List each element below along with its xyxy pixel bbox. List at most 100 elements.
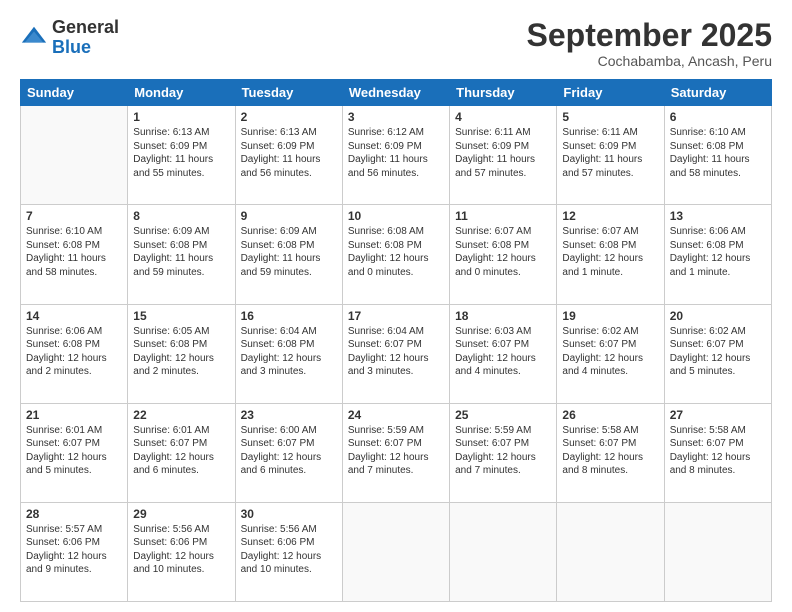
table-row: 21 Sunrise: 6:01 AM Sunset: 6:07 PM Dayli… [21, 403, 128, 502]
cell-content: Sunrise: 6:13 AM Sunset: 6:09 PM Dayligh… [133, 126, 229, 180]
cell-content: Sunrise: 6:04 AM Sunset: 6:07 PM Dayligh… [348, 325, 444, 379]
table-row: 26Sunrise: 5:58 AM Sunset: 6:07 PM Dayli… [557, 403, 664, 502]
table-row: 18Sunrise: 6:03 AM Sunset: 6:07 PM Dayli… [450, 304, 557, 403]
col-saturday: Saturday [664, 80, 771, 106]
cell-content: Sunrise: 6:11 AM Sunset: 6:09 PM Dayligh… [562, 126, 658, 180]
col-monday: Monday [128, 80, 235, 106]
day-number: 22 [133, 408, 229, 422]
logo-icon [20, 24, 48, 52]
day-number: 2 [241, 110, 337, 124]
logo-text: General Blue [52, 18, 119, 58]
day-number: 9 [241, 209, 337, 223]
cell-content: Sunrise: 6:08 AM Sunset: 6:08 PM Dayligh… [348, 225, 444, 279]
table-row: 6Sunrise: 6:10 AM Sunset: 6:08 PM Daylig… [664, 106, 771, 205]
table-row: 29 Sunrise: 5:56 AM Sunset: 6:06 PM Dayli… [128, 502, 235, 601]
cell-content: Sunrise: 6:02 AM Sunset: 6:07 PM Dayligh… [670, 325, 766, 379]
col-tuesday: Tuesday [235, 80, 342, 106]
table-row: 11Sunrise: 6:07 AM Sunset: 6:08 PM Dayli… [450, 205, 557, 304]
cell-content: Sunrise: 6:09 AM Sunset: 6:08 PM Dayligh… [133, 225, 229, 279]
day-number: 4 [455, 110, 551, 124]
calendar-week-4: 21 Sunrise: 6:01 AM Sunset: 6:07 PM Dayli… [21, 403, 772, 502]
cell-content: Sunrise: 6:01 AM Sunset: 6:07 PM Dayligh… [26, 424, 122, 478]
table-row: 7Sunrise: 6:10 AM Sunset: 6:08 PM Daylig… [21, 205, 128, 304]
cell-content: Sunrise: 5:56 AM Sunset: 6:06 PM Dayligh… [133, 523, 229, 577]
day-number: 20 [670, 309, 766, 323]
table-row: 3Sunrise: 6:12 AM Sunset: 6:09 PM Daylig… [342, 106, 449, 205]
table-row [557, 502, 664, 601]
day-number: 8 [133, 209, 229, 223]
table-row: 17 Sunrise: 6:04 AM Sunset: 6:07 PM Dayli… [342, 304, 449, 403]
cell-content: Sunrise: 5:59 AM Sunset: 6:07 PM Dayligh… [348, 424, 444, 478]
col-friday: Friday [557, 80, 664, 106]
cell-content: Sunrise: 5:58 AM Sunset: 6:07 PM Dayligh… [562, 424, 658, 478]
cell-content: Sunrise: 6:04 AM Sunset: 6:08 PM Dayligh… [241, 325, 337, 379]
col-thursday: Thursday [450, 80, 557, 106]
cell-content: Sunrise: 6:06 AM Sunset: 6:08 PM Dayligh… [670, 225, 766, 279]
calendar-week-2: 7Sunrise: 6:10 AM Sunset: 6:08 PM Daylig… [21, 205, 772, 304]
cell-content: Sunrise: 5:59 AM Sunset: 6:07 PM Dayligh… [455, 424, 551, 478]
table-row [21, 106, 128, 205]
logo: General Blue [20, 18, 119, 58]
cell-content: Sunrise: 6:05 AM Sunset: 6:08 PM Dayligh… [133, 325, 229, 379]
day-number: 16 [241, 309, 337, 323]
table-row: 15Sunrise: 6:05 AM Sunset: 6:08 PM Dayli… [128, 304, 235, 403]
day-number: 28 [26, 507, 122, 521]
day-number: 18 [455, 309, 551, 323]
cell-content: Sunrise: 6:01 AM Sunset: 6:07 PM Dayligh… [133, 424, 229, 478]
table-row: 27Sunrise: 5:58 AM Sunset: 6:07 PM Dayli… [664, 403, 771, 502]
cell-content: Sunrise: 5:57 AM Sunset: 6:06 PM Dayligh… [26, 523, 122, 577]
day-number: 12 [562, 209, 658, 223]
calendar-week-1: 1 Sunrise: 6:13 AM Sunset: 6:09 PM Daylig… [21, 106, 772, 205]
day-number: 10 [348, 209, 444, 223]
col-wednesday: Wednesday [342, 80, 449, 106]
day-number: 1 [133, 110, 229, 124]
location: Cochabamba, Ancash, Peru [527, 53, 772, 69]
cell-content: Sunrise: 6:13 AM Sunset: 6:09 PM Dayligh… [241, 126, 337, 180]
day-number: 7 [26, 209, 122, 223]
table-row: 23 Sunrise: 6:00 AM Sunset: 6:07 PM Dayli… [235, 403, 342, 502]
day-number: 29 [133, 507, 229, 521]
title-block: September 2025 Cochabamba, Ancash, Peru [527, 18, 772, 69]
calendar-table: Sunday Monday Tuesday Wednesday Thursday… [20, 79, 772, 602]
logo-general-text: General [52, 18, 119, 38]
table-row [450, 502, 557, 601]
table-row: 4Sunrise: 6:11 AM Sunset: 6:09 PM Daylig… [450, 106, 557, 205]
table-row: 1 Sunrise: 6:13 AM Sunset: 6:09 PM Daylig… [128, 106, 235, 205]
month-title: September 2025 [527, 18, 772, 53]
day-number: 14 [26, 309, 122, 323]
table-row: 19 Sunrise: 6:02 AM Sunset: 6:07 PM Dayli… [557, 304, 664, 403]
cell-content: Sunrise: 6:06 AM Sunset: 6:08 PM Dayligh… [26, 325, 122, 379]
table-row [664, 502, 771, 601]
table-row: 25 Sunrise: 5:59 AM Sunset: 6:07 PM Dayli… [450, 403, 557, 502]
day-number: 23 [241, 408, 337, 422]
page: General Blue September 2025 Cochabamba, … [0, 0, 792, 612]
table-row: 24 Sunrise: 5:59 AM Sunset: 6:07 PM Dayli… [342, 403, 449, 502]
table-row: 10 Sunrise: 6:08 AM Sunset: 6:08 PM Dayli… [342, 205, 449, 304]
table-row: 2 Sunrise: 6:13 AM Sunset: 6:09 PM Daylig… [235, 106, 342, 205]
col-sunday: Sunday [21, 80, 128, 106]
day-number: 30 [241, 507, 337, 521]
day-number: 21 [26, 408, 122, 422]
day-number: 24 [348, 408, 444, 422]
day-number: 3 [348, 110, 444, 124]
table-row: 16 Sunrise: 6:04 AM Sunset: 6:08 PM Dayli… [235, 304, 342, 403]
table-row: 22 Sunrise: 6:01 AM Sunset: 6:07 PM Dayli… [128, 403, 235, 502]
table-row: 9 Sunrise: 6:09 AM Sunset: 6:08 PM Daylig… [235, 205, 342, 304]
cell-content: Sunrise: 5:56 AM Sunset: 6:06 PM Dayligh… [241, 523, 337, 577]
logo-blue-text: Blue [52, 38, 119, 58]
day-number: 17 [348, 309, 444, 323]
day-number: 11 [455, 209, 551, 223]
table-row: 28 Sunrise: 5:57 AM Sunset: 6:06 PM Dayli… [21, 502, 128, 601]
day-number: 5 [562, 110, 658, 124]
day-number: 13 [670, 209, 766, 223]
cell-content: Sunrise: 6:09 AM Sunset: 6:08 PM Dayligh… [241, 225, 337, 279]
cell-content: Sunrise: 6:02 AM Sunset: 6:07 PM Dayligh… [562, 325, 658, 379]
table-row: 30 Sunrise: 5:56 AM Sunset: 6:06 PM Dayli… [235, 502, 342, 601]
table-row: 8 Sunrise: 6:09 AM Sunset: 6:08 PM Daylig… [128, 205, 235, 304]
cell-content: Sunrise: 6:00 AM Sunset: 6:07 PM Dayligh… [241, 424, 337, 478]
day-number: 19 [562, 309, 658, 323]
calendar-week-3: 14 Sunrise: 6:06 AM Sunset: 6:08 PM Dayli… [21, 304, 772, 403]
day-number: 25 [455, 408, 551, 422]
table-row: 5 Sunrise: 6:11 AM Sunset: 6:09 PM Daylig… [557, 106, 664, 205]
table-row: 13 Sunrise: 6:06 AM Sunset: 6:08 PM Dayli… [664, 205, 771, 304]
